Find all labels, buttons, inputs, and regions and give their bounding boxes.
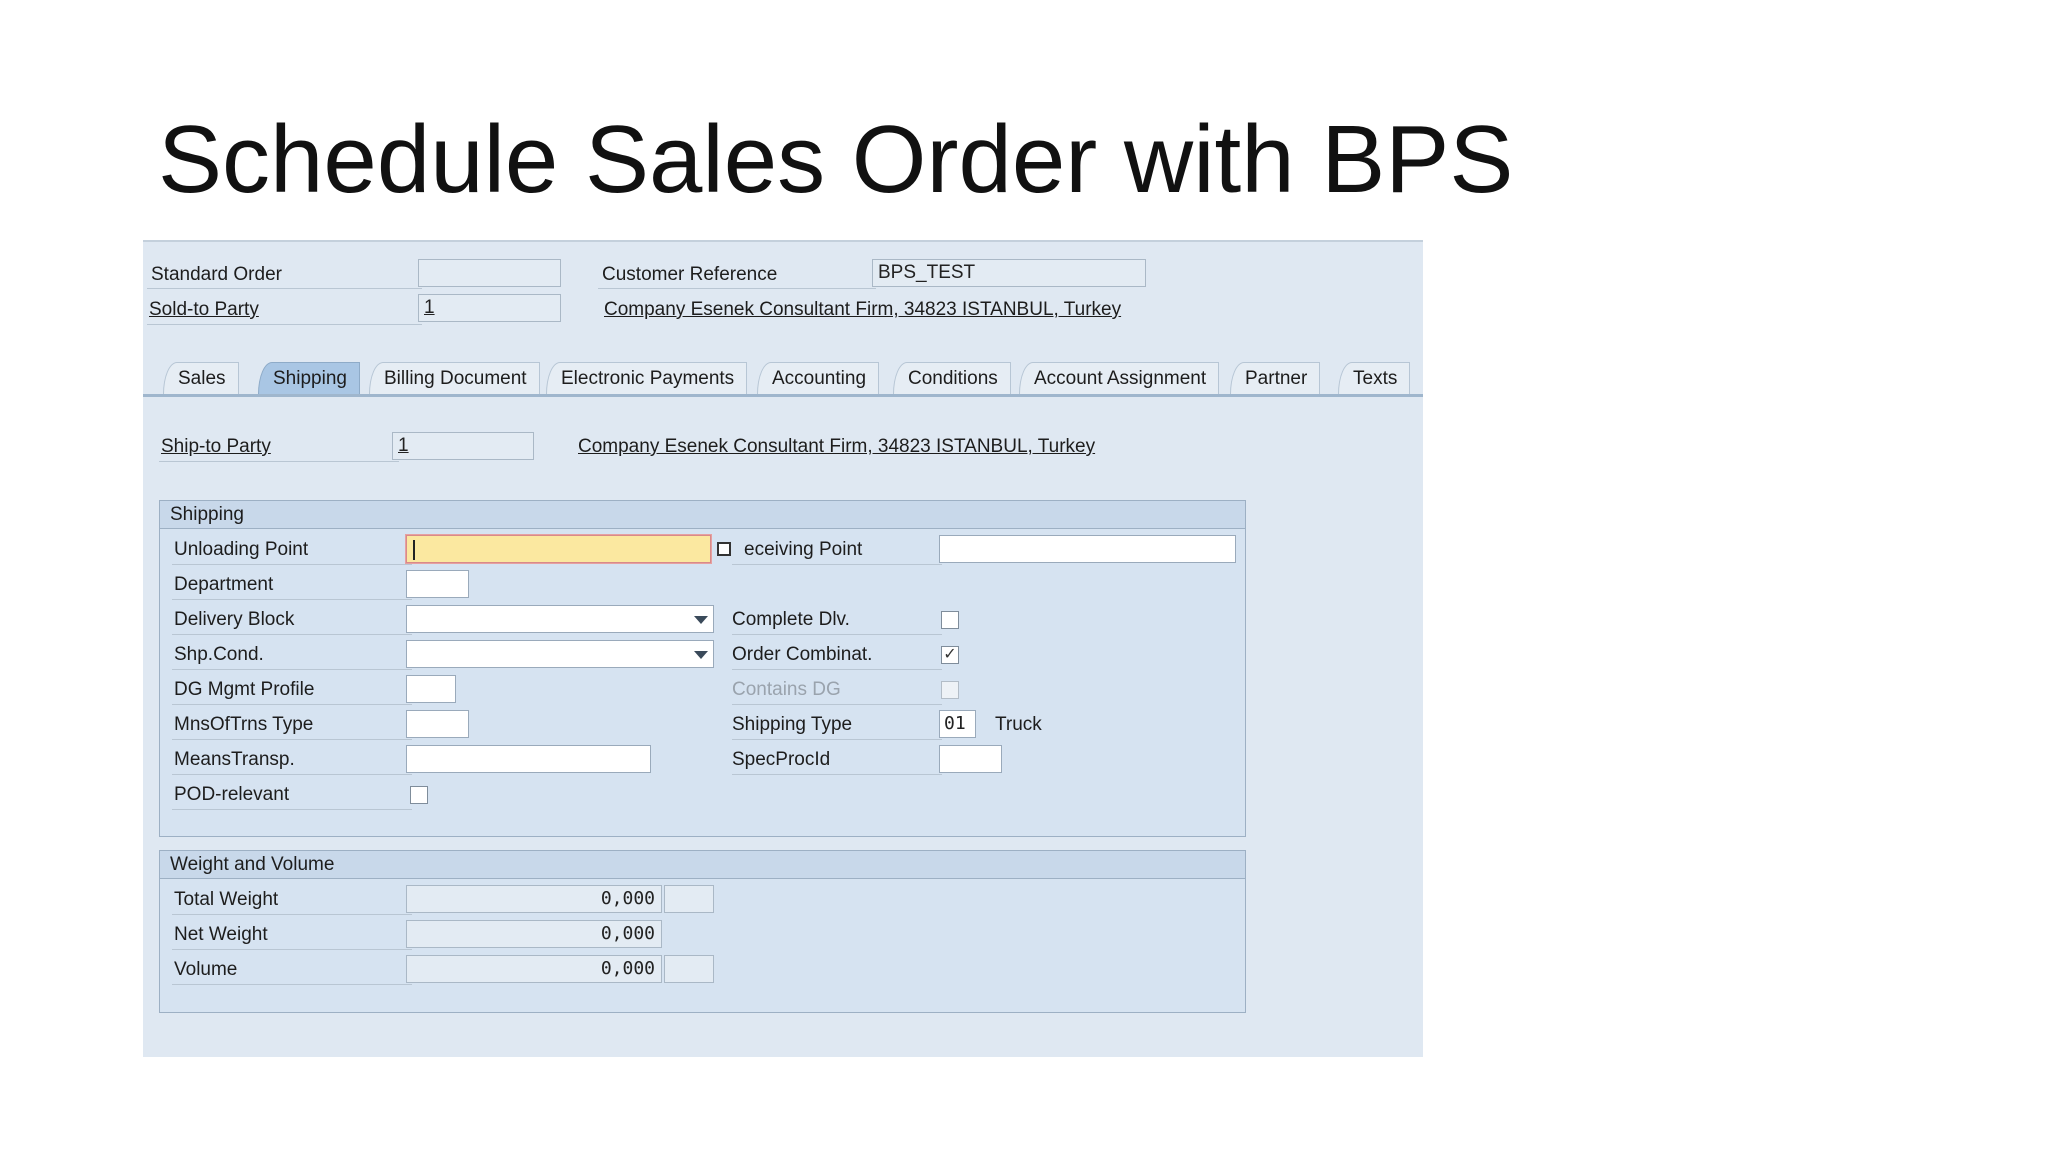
contains-dg-checkbox [941, 681, 959, 699]
contains-dg-label: Contains DG [732, 679, 841, 700]
sold-to-party-field[interactable]: 1 [418, 294, 561, 322]
pod-relevant-underline [172, 809, 412, 810]
total-weight-label: Total Weight [174, 889, 279, 910]
mnsoftrns-type-field[interactable] [406, 710, 469, 738]
department-label: Department [174, 574, 274, 595]
volume-label: Volume [174, 959, 238, 980]
volume-unit-field[interactable] [664, 955, 714, 983]
ship-to-address-link[interactable]: Company Esenek Consultant Firm, 34823 IS… [578, 436, 1095, 458]
standard-order-label: Standard Order [151, 264, 282, 285]
tab-texts[interactable]: Texts [1338, 362, 1411, 394]
net-weight-underline [172, 949, 412, 950]
specprocid-label: SpecProcId [732, 749, 831, 770]
sold-to-address-link[interactable]: Company Esenek Consultant Firm, 34823 IS… [604, 299, 1121, 321]
pod-relevant-label: POD-relevant [174, 784, 290, 805]
delivery-block-dropdown[interactable] [406, 605, 714, 633]
tab-shipping[interactable]: Shipping [258, 362, 360, 394]
complete-dlv-checkbox[interactable] [941, 611, 959, 629]
shipping-group-title: Shipping [160, 501, 1245, 529]
meanstransp-label: MeansTransp. [174, 749, 295, 770]
tab-sales[interactable]: Sales [163, 362, 239, 394]
department-underline [172, 599, 412, 600]
total-weight-field[interactable]: 0,000 [406, 885, 662, 913]
order-combinat-checkbox[interactable]: ✓ [941, 646, 959, 664]
order-combinat-underline [732, 669, 942, 670]
receiving-point-label: eceiving Point [744, 539, 863, 560]
volume-field[interactable]: 0,000 [406, 955, 662, 983]
unloading-point-underline [172, 564, 412, 565]
mnsoftrns-underline [172, 739, 412, 740]
net-weight-field[interactable]: 0,000 [406, 920, 662, 948]
shipping-type-label: Shipping Type [732, 714, 853, 735]
slide-title: Schedule Sales Order with BPS [158, 106, 1514, 213]
text-caret [413, 540, 415, 560]
customer-reference-field[interactable]: BPS_TEST [872, 259, 1146, 287]
mnsoftrns-type-label: MnsOfTrns Type [174, 714, 314, 735]
meanstransp-field[interactable] [406, 745, 651, 773]
complete-dlv-underline [732, 634, 942, 635]
shp-cond-underline [172, 669, 412, 670]
unloading-point-field[interactable] [406, 535, 711, 563]
receiving-point-underline [732, 564, 942, 565]
tab-strip: Sales Shipping Billing Document Electron… [143, 362, 1423, 397]
shp-cond-label: Shp.Cond. [174, 644, 264, 665]
customer-reference-label: Customer Reference [602, 264, 778, 285]
shipping-type-field[interactable]: 01 [939, 710, 976, 738]
sold-to-underline [147, 324, 422, 325]
ship-to-underline [159, 461, 399, 462]
specprocid-underline [732, 774, 942, 775]
total-weight-underline [172, 914, 412, 915]
order-combinat-label: Order Combinat. [732, 644, 873, 665]
volume-underline [172, 984, 412, 985]
tab-billing-document[interactable]: Billing Document [369, 362, 540, 394]
complete-dlv-label: Complete Dlv. [732, 609, 850, 630]
standard-order-field[interactable] [418, 259, 561, 287]
department-field[interactable] [406, 570, 469, 598]
total-weight-unit-field[interactable] [664, 885, 714, 913]
delivery-block-underline [172, 634, 412, 635]
ship-to-party-link[interactable]: Ship-to Party [161, 436, 271, 458]
tab-electronic-payments[interactable]: Electronic Payments [546, 362, 748, 394]
standard-order-underline [147, 288, 422, 289]
shipping-group: Shipping Unloading Point Department Deli… [159, 500, 1246, 837]
shp-cond-dropdown[interactable] [406, 640, 714, 668]
receiving-point-field[interactable] [939, 535, 1236, 563]
dg-mgmt-profile-label: DG Mgmt Profile [174, 679, 315, 700]
shipping-type-underline [732, 739, 942, 740]
unloading-point-label: Unloading Point [174, 539, 309, 560]
tab-accounting[interactable]: Accounting [757, 362, 880, 394]
shipping-type-text: Truck [995, 714, 1042, 735]
tab-account-assignment[interactable]: Account Assignment [1019, 362, 1220, 394]
sap-sales-order-screen: Standard Order Sold-to Party 1 Customer … [143, 240, 1423, 1057]
weight-volume-group: Weight and Volume Total Weight 0,000 Net… [159, 850, 1246, 1013]
meanstransp-underline [172, 774, 412, 775]
dg-mgmt-profile-field[interactable] [406, 675, 456, 703]
value-help-icon[interactable] [717, 542, 731, 556]
weight-volume-group-title: Weight and Volume [160, 851, 1245, 879]
chevron-down-icon [694, 651, 708, 659]
customer-reference-underline [598, 288, 876, 289]
pod-relevant-checkbox[interactable] [410, 786, 428, 804]
delivery-block-label: Delivery Block [174, 609, 295, 630]
ship-to-party-field[interactable]: 1 [392, 432, 534, 460]
net-weight-label: Net Weight [174, 924, 268, 945]
tab-partner[interactable]: Partner [1230, 362, 1321, 394]
dg-mgmt-underline [172, 704, 412, 705]
chevron-down-icon [694, 616, 708, 624]
contains-dg-underline [732, 704, 942, 705]
sold-to-party-link[interactable]: Sold-to Party [149, 299, 259, 321]
specprocid-field[interactable] [939, 745, 1002, 773]
tab-conditions[interactable]: Conditions [893, 362, 1011, 394]
